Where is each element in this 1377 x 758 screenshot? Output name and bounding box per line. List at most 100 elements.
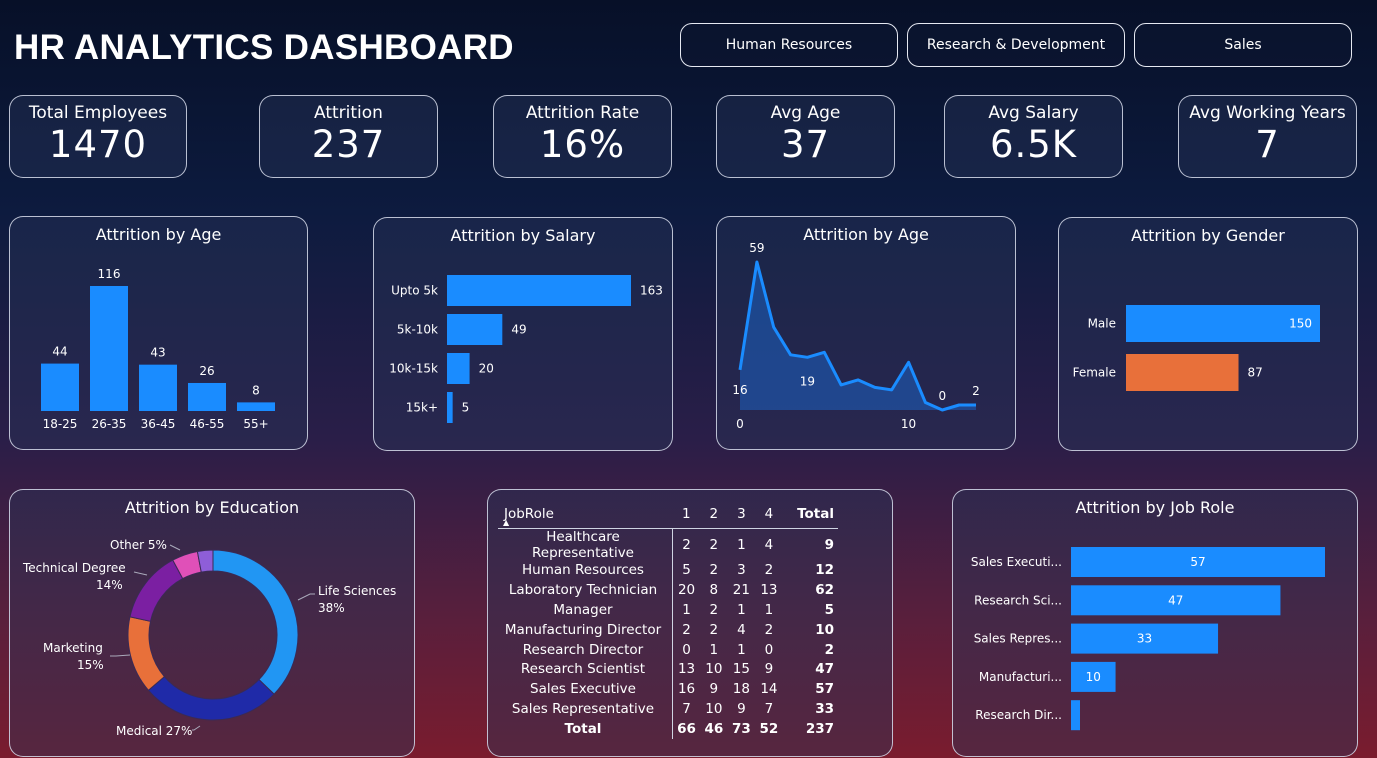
age-bar-value-label: 43: [150, 346, 165, 360]
table-cell: 10: [705, 661, 723, 678]
salary-bar: [447, 314, 503, 345]
education-slice: [127, 616, 166, 692]
column-header-2[interactable]: 2: [700, 500, 728, 529]
age-bar-value-label: 44: [52, 345, 67, 359]
row-label: Research Director: [498, 639, 673, 660]
table-cell: 2: [709, 621, 719, 638]
age-bar-value-label: 116: [98, 267, 121, 281]
age-bar: [90, 286, 128, 411]
x-axis-tick: 10: [901, 417, 916, 431]
age-bar-value-label: 8: [252, 383, 260, 397]
row-total-cell: 10: [815, 621, 834, 638]
age-bar: [237, 402, 275, 411]
kpi-label: Avg Age: [770, 103, 841, 123]
kpi-value: 37: [780, 123, 831, 166]
table-row: Manufacturing Director 2 2 4 2 10: [498, 619, 838, 640]
salary-bar: [447, 275, 631, 306]
leader-line: [169, 544, 181, 551]
age-bar: [188, 382, 226, 411]
column-header-4[interactable]: 4: [755, 500, 783, 529]
table-cell: 15: [732, 661, 750, 678]
jobrole-value-label: 33: [1137, 632, 1152, 646]
education-slice: [147, 675, 275, 721]
column-header-jobrole[interactable]: JobRole ▲: [498, 500, 673, 529]
kpi-attrition-rate: Attrition Rate 16%: [493, 95, 672, 178]
age-category-label: 36-45: [141, 417, 176, 431]
table-cell: 2: [682, 621, 691, 638]
age-area-fill: [740, 262, 976, 410]
jobrole-matrix-panel: JobRole ▲ 1 2 3 4 Total Healthcare Repre…: [487, 489, 893, 757]
column-header-1[interactable]: 1: [672, 500, 701, 529]
kpi-value: 16%: [539, 123, 626, 166]
table-cell: 20: [677, 582, 696, 599]
table-cell: 1: [737, 601, 746, 618]
salary-category-label: Upto 5k: [391, 284, 438, 298]
table-cell: 1: [737, 641, 746, 658]
kpi-attrition: Attrition 237: [259, 95, 438, 178]
salary-bar: [447, 392, 453, 423]
kpi-avg-age: Avg Age 37: [716, 95, 895, 178]
education-slice-label: Technical Degree: [22, 561, 126, 575]
x-axis-tick: 0: [736, 417, 744, 431]
education-slice-label: Marketing: [43, 641, 103, 655]
filter-button-research-development[interactable]: Research & Development: [907, 23, 1125, 67]
row-label: Manager: [498, 600, 673, 620]
jobrole-value-label: 47: [1168, 593, 1183, 607]
salary-category-label: 10k-15k: [389, 362, 438, 376]
gender-value-label: 87: [1248, 366, 1263, 380]
kpi-label: Attrition Rate: [525, 103, 640, 123]
row-total-cell: 57: [815, 681, 834, 698]
salary-bar-plot: Upto 5k 163 5k-10k 49 10k-15k 20 15k+ 5: [389, 275, 663, 423]
kpi-value: 1470: [48, 123, 148, 166]
chart-attrition-by-job-role: Attrition by Job Role Sales Executi... 57…: [952, 489, 1358, 757]
age-bar: [139, 364, 177, 411]
salary-category-label: 15k+: [406, 401, 438, 415]
jobrole-category-label: Research Dir...: [975, 708, 1062, 722]
leader-line: [133, 571, 148, 576]
education-slice: [129, 559, 184, 622]
table-cell: 66: [677, 720, 696, 737]
kpi-total-employees: Total Employees 1470: [9, 95, 187, 178]
salary-value-label: 163: [640, 284, 663, 298]
salary-bar: [447, 353, 470, 384]
sort-ascending-icon[interactable]: ▲: [503, 518, 509, 527]
salary-category-label: 5k-10k: [397, 323, 438, 337]
gender-category-label: Male: [1088, 317, 1116, 331]
education-slice-pct: 15%: [77, 658, 104, 672]
jobrole-value-label: 10: [1086, 670, 1101, 684]
row-total-cell: 33: [815, 700, 834, 717]
kpi-value: 7: [1255, 123, 1280, 166]
education-slice-pct: 14%: [96, 578, 123, 592]
table-cell: 0: [682, 641, 691, 658]
salary-value-label: 49: [511, 323, 526, 337]
age-bar: [41, 363, 79, 411]
gender-bar-plot: Male 150 Female 87: [1073, 305, 1320, 391]
education-slice: [212, 549, 299, 695]
chart-attrition-by-age-bar: Attrition by Age 44 18-25 116 26-35 43 36-45 2…: [9, 216, 308, 450]
table-cell: 13: [760, 582, 778, 599]
table-cell: 4: [737, 621, 746, 638]
kpi-avg-salary: Avg Salary 6.5K: [944, 95, 1123, 178]
row-label: Laboratory Technician: [498, 580, 673, 601]
table-cell: 2: [709, 536, 719, 553]
column-header-total[interactable]: Total: [782, 500, 838, 529]
table-row: Healthcare Representative 2 2 1 4 9: [498, 528, 838, 561]
table-cell: 4: [764, 536, 774, 553]
chart-attrition-by-gender: Attrition by Gender Male 150 Female 87: [1058, 217, 1358, 451]
filter-button-sales[interactable]: Sales: [1134, 23, 1352, 67]
gender-bar: [1126, 354, 1239, 391]
table-total-row: Total 66 46 73 52 237: [498, 718, 838, 739]
table-cell: 16: [677, 681, 696, 698]
table-row: Research Scientist 13 10 15 9 47: [498, 659, 838, 680]
table-cell: 21: [732, 582, 750, 599]
age-area-data-label: 16: [732, 383, 747, 397]
age-area-plot: 16 59 19 0 2 0 10: [732, 241, 980, 431]
age-area-data-label: 2: [972, 384, 980, 398]
filter-button-human-resources[interactable]: Human Resources: [680, 23, 898, 67]
column-header-label: JobRole: [504, 505, 554, 522]
jobrole-bar: [1071, 700, 1080, 731]
table-row: Human Resources 5 2 3 2 12: [498, 560, 838, 581]
table-cell: 18: [732, 681, 750, 698]
column-header-3[interactable]: 3: [727, 500, 756, 529]
table-cell: 0: [764, 641, 774, 658]
